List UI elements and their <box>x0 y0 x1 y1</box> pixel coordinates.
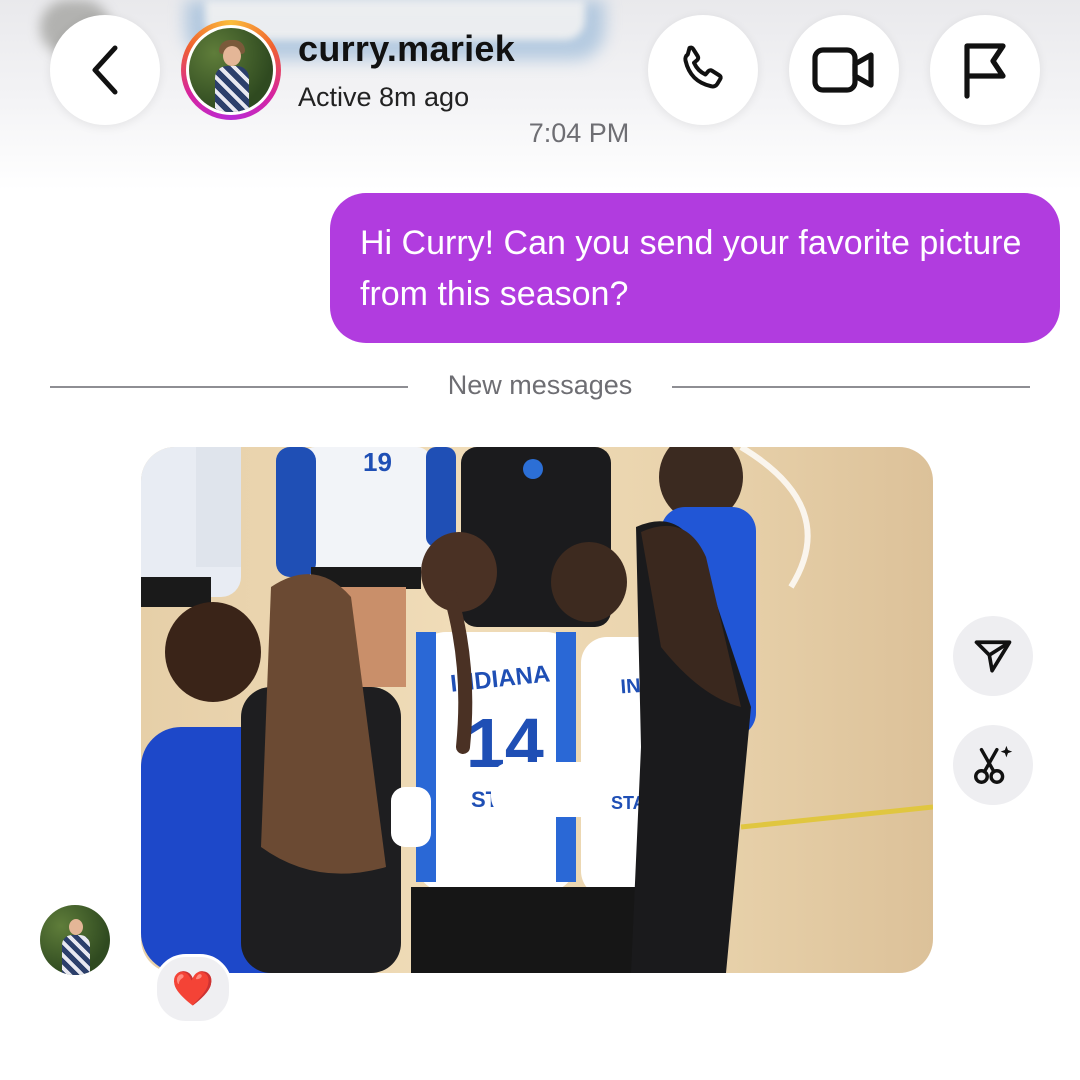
video-camera-icon <box>812 47 874 93</box>
heart-reaction[interactable]: ❤️ <box>154 954 232 1024</box>
chevron-left-icon <box>92 45 118 95</box>
remix-button[interactable] <box>953 725 1033 805</box>
report-button[interactable] <box>930 15 1040 125</box>
message-timestamp: 7:04 PM <box>528 118 630 148</box>
flag-icon <box>964 43 1006 99</box>
audio-call-button[interactable] <box>648 15 758 125</box>
jersey-number-19: 19 <box>363 447 392 477</box>
sender-avatar[interactable] <box>40 905 110 975</box>
video-call-button[interactable] <box>789 15 899 125</box>
new-messages-divider: New messages <box>447 370 633 400</box>
volleyball-team-photo: 19 INDIANA 14 STATE INDIANA STATE <box>141 447 933 973</box>
send-icon <box>974 640 1012 673</box>
back-button[interactable] <box>50 15 160 125</box>
received-photo[interactable]: 19 INDIANA 14 STATE INDIANA STATE <box>141 447 933 973</box>
share-button[interactable] <box>953 616 1033 696</box>
outgoing-message-bubble[interactable]: Hi Curry! Can you send your favorite pic… <box>330 193 1060 343</box>
sparkle-scissors-icon <box>974 745 1013 784</box>
phone-icon <box>683 45 723 89</box>
chat-username[interactable]: curry.mariek <box>298 28 515 70</box>
profile-avatar[interactable] <box>181 20 281 120</box>
active-status: Active 8m ago <box>298 82 470 112</box>
